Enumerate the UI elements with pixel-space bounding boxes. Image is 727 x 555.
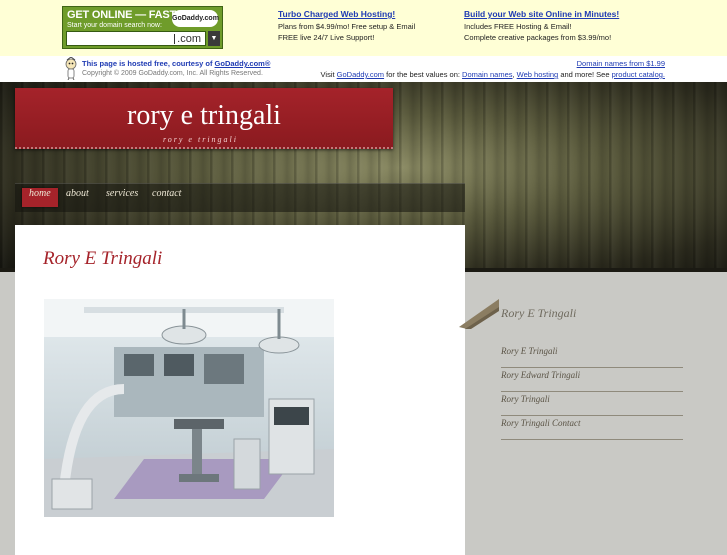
visit-mid-text: for the best values on: xyxy=(386,70,460,79)
site-title-banner: rory e tringali rory e tringali xyxy=(15,88,393,149)
domain-search-box: GET ONLINE — FAST! Start your domain sea… xyxy=(62,6,223,49)
sidebar-link-rory-tringali[interactable]: Rory Tringali xyxy=(501,392,683,416)
nav-about[interactable]: about xyxy=(59,188,96,207)
domain-search-headline: GET ONLINE — FAST! xyxy=(67,9,180,21)
godaddy-link[interactable]: GoDaddy.com® xyxy=(215,59,271,68)
sidebar-title: Rory E Tringali xyxy=(501,306,577,320)
website-builder-ad-line1: Includes FREE Hosting & Email! xyxy=(464,22,572,31)
web-hosting-link[interactable]: Web hosting xyxy=(517,70,559,79)
website-builder-ad-line2: Complete creative packages from $3.99/mo… xyxy=(464,33,612,42)
website-builder-ad-link[interactable]: Build your Web site Online in Minutes! xyxy=(464,9,619,20)
nav-home[interactable]: home xyxy=(22,188,58,207)
hosting-ad-link[interactable]: Turbo Charged Web Hosting! xyxy=(278,9,415,20)
visit-godaddy-link[interactable]: GoDaddy.com xyxy=(337,70,384,79)
domain-price-link[interactable]: Domain names from $1.99 xyxy=(577,59,665,68)
website-builder-ad: Build your Web site Online in Minutes! I… xyxy=(464,9,619,43)
visit-line: Visit GoDaddy.com for the best values on… xyxy=(320,70,665,79)
tld-dropdown-button[interactable]: ▼ xyxy=(208,31,220,46)
hosted-notice-text: This page is hosted free, courtesy of xyxy=(82,59,213,68)
main-content: Rory E Tringali xyxy=(15,225,465,555)
hosted-notice-bar: This page is hosted free, courtesy of Go… xyxy=(0,56,727,82)
tld-label: .com xyxy=(177,33,201,45)
godaddy-ad-bar: GET ONLINE — FAST! Start your domain sea… xyxy=(0,0,727,56)
sidebar-link-rory-e-tringali[interactable]: Rory E Tringali xyxy=(501,344,683,368)
domain-names-link[interactable]: Domain names xyxy=(462,70,512,79)
sidebar-ribbon-icon xyxy=(459,299,499,329)
godaddy-mascot-icon xyxy=(65,57,77,80)
main-nav: home about services contact xyxy=(15,183,465,212)
operating-room-photo xyxy=(44,299,334,517)
banner-rule xyxy=(15,147,393,149)
nav-services[interactable]: services xyxy=(99,188,145,207)
domain-search-input[interactable]: .com xyxy=(66,31,206,46)
sidebar-link-rory-tringali-contact[interactable]: Rory Tringali Contact xyxy=(501,416,683,440)
hosting-ad-line2: FREE live 24/7 Live Support! xyxy=(278,33,375,42)
text-caret xyxy=(174,34,175,44)
visit-pre-text: Visit xyxy=(320,70,335,79)
godaddy-logo[interactable]: GoDaddy.com xyxy=(172,10,219,27)
sidebar-link-rory-edward-tringali[interactable]: Rory Edward Tringali xyxy=(501,368,683,392)
visit-post-text: and more! See xyxy=(560,70,610,79)
nav-contact[interactable]: contact xyxy=(145,188,188,207)
hosted-notice: This page is hosted free, courtesy of Go… xyxy=(82,59,270,68)
page-title: Rory E Tringali xyxy=(43,248,163,269)
copyright-text: Copyright © 2009 GoDaddy.com, Inc. All R… xyxy=(82,70,263,77)
hosting-ad-line1: Plans from $4.99/mo! Free setup & Email xyxy=(278,22,416,31)
domain-search-subtitle: Start your domain search now: xyxy=(67,22,162,29)
site-tagline: rory e tringali xyxy=(162,135,238,144)
product-catalog-link[interactable]: product catalog. xyxy=(612,70,665,79)
hosting-ad: Turbo Charged Web Hosting! Plans from $4… xyxy=(278,9,415,43)
site-title[interactable]: rory e tringali xyxy=(15,100,393,132)
chevron-down-icon: ▼ xyxy=(210,35,218,42)
